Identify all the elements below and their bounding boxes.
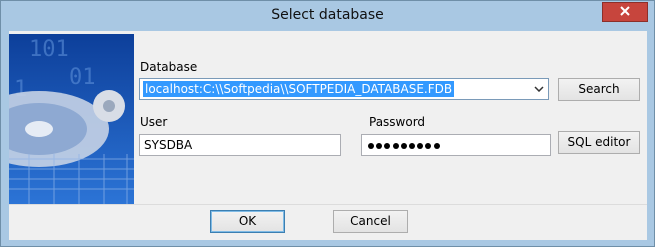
svg-text:101: 101: [29, 37, 69, 62]
ok-button[interactable]: OK: [210, 210, 285, 233]
password-mask-dot: [392, 142, 399, 149]
password-label: Password: [369, 115, 426, 129]
user-field[interactable]: SYSDBA: [139, 134, 341, 156]
user-label: User: [140, 115, 168, 129]
title-bar[interactable]: Select database: [1, 1, 654, 31]
dialog-body: 101 01 1 Database localhost:C:\\Softpedi…: [9, 31, 647, 240]
password-mask-dot: [408, 142, 415, 149]
svg-text:01: 01: [69, 65, 96, 90]
button-bar: OK Cancel: [9, 204, 647, 240]
password-mask-dot: [368, 142, 374, 149]
password-mask-dot: [400, 142, 407, 149]
select-database-dialog: Select database 101 01 1 Database localh…: [0, 0, 655, 247]
database-value: localhost:C:\\Softpedia\\SOFTPEDIA_DATAB…: [143, 81, 455, 97]
password-mask-dot: [417, 142, 424, 149]
password-mask-dot: [384, 142, 391, 149]
sql-editor-button[interactable]: SQL editor: [558, 131, 640, 154]
search-button[interactable]: Search: [558, 78, 640, 101]
password-mask-dot: [433, 142, 440, 149]
window-title: Select database: [271, 7, 384, 23]
database-combobox[interactable]: localhost:C:\\Softpedia\\SOFTPEDIA_DATAB…: [139, 78, 549, 100]
password-mask-dot: [376, 142, 383, 149]
password-mask-dot: [425, 142, 432, 149]
password-field[interactable]: [361, 134, 551, 156]
database-disk-icon: 101 01 1: [9, 34, 134, 204]
chevron-down-icon[interactable]: [530, 79, 548, 99]
cancel-button[interactable]: Cancel: [333, 210, 408, 233]
close-icon: [619, 5, 631, 20]
database-label: Database: [140, 60, 198, 74]
close-button[interactable]: [602, 2, 648, 22]
